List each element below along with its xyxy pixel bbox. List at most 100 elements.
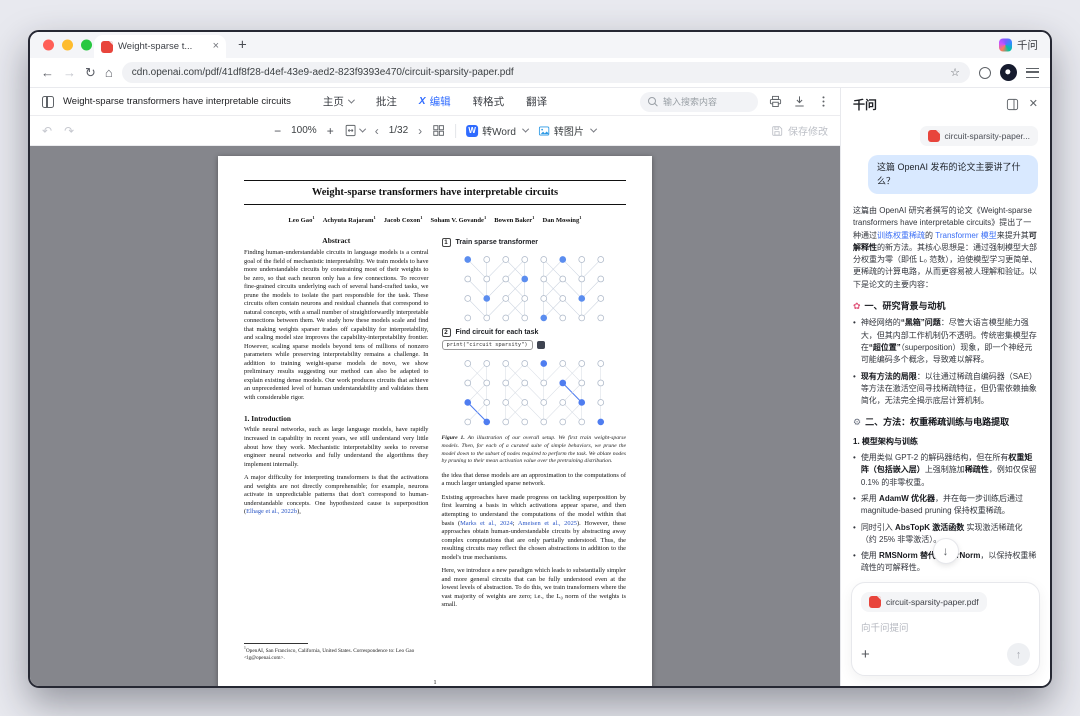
paper-footnote: 1OpenAI, San Francisco, California, Unit… xyxy=(244,643,429,666)
search-input[interactable]: 输入搜索内容 xyxy=(640,92,758,112)
viewer-tab-convert[interactable]: 转格式 xyxy=(473,94,505,109)
redo-icon[interactable]: ↷ xyxy=(64,124,74,138)
chat-input-actions: + ↑ xyxy=(861,643,1030,666)
window-content: Weight-sparse transformers have interpre… xyxy=(30,88,1050,686)
zoom-out-button[interactable]: − xyxy=(274,124,281,138)
user-message-bubble: 这篇 OpenAI 发布的论文主要讲了什么？ xyxy=(868,155,1038,194)
back-icon[interactable]: ← xyxy=(41,66,54,79)
browser-tab[interactable]: Weight-sparse t... × xyxy=(94,35,226,58)
browser-brand[interactable]: 千问 xyxy=(999,38,1038,53)
body-paragraph: Here, we introduce a new paradigm which … xyxy=(442,567,627,610)
document-title: Weight-sparse transformers have interpre… xyxy=(63,96,291,107)
figure-step-2: 2 Find circuit for each task xyxy=(442,328,627,337)
assistant-bullet: •采用 AdamW 优化器，并在每一步训练后通过 magnitude-based… xyxy=(853,493,1038,518)
chat-input-card[interactable]: circuit-sparsity-paper.pdf 向千问提问 + ↑ xyxy=(851,582,1040,676)
introduction-paragraph: While neural networks, such as large lan… xyxy=(244,426,429,469)
pdf-file-icon xyxy=(869,596,881,608)
paper-authors: Leo Gao1Achyuta Rajaram1Jacob Coxon1Soha… xyxy=(244,215,626,224)
viewer-tab-annotate[interactable]: 批注 xyxy=(376,94,397,109)
convert-to-word-button[interactable]: W 转Word xyxy=(466,123,528,138)
undo-icon[interactable]: ↶ xyxy=(42,124,52,138)
assistant-response: 这篇由 OpenAI 研究者撰写的论文《Weight-sparse transf… xyxy=(853,205,1038,574)
chat-area[interactable]: circuit-sparsity-paper... 这篇 OpenAI 发布的论… xyxy=(841,120,1050,574)
window-close-button[interactable] xyxy=(43,40,54,51)
gear-icon: ⚙ xyxy=(853,416,861,428)
assistant-header: 千问 ✕ xyxy=(841,88,1050,120)
word-icon: W xyxy=(466,125,478,137)
viewer-tab-home[interactable]: 主页 xyxy=(323,94,354,109)
page-indicator[interactable]: 1/32 xyxy=(389,125,408,136)
forward-icon[interactable]: → xyxy=(63,66,76,79)
next-page-button[interactable]: › xyxy=(418,124,422,138)
title-rule-bottom xyxy=(244,204,626,205)
more-icon[interactable] xyxy=(817,95,830,108)
new-tab-button[interactable]: + xyxy=(238,37,247,54)
paper-left-column: Abstract Finding human-understandable ci… xyxy=(244,236,429,666)
save-icon xyxy=(771,125,783,137)
zoom-level[interactable]: 100% xyxy=(291,125,317,136)
pdf-viewer: Weight-sparse transformers have interpre… xyxy=(30,88,840,686)
title-rule-top xyxy=(244,180,626,181)
menu-icon[interactable] xyxy=(1026,68,1039,78)
search-icon xyxy=(648,97,658,107)
tab-title: Weight-sparse t... xyxy=(118,41,208,52)
reload-icon[interactable]: ↻ xyxy=(85,66,96,79)
close-icon[interactable]: ✕ xyxy=(1029,99,1038,110)
body-paragraph: the idea that dense models are an approx… xyxy=(442,472,627,489)
sidebar-toggle-button[interactable] xyxy=(42,96,54,108)
address-bar[interactable]: cdn.openai.com/pdf/41df8f28-d4ef-43e9-ae… xyxy=(122,62,970,83)
viewer-tools-center: − 100% + ‹ 1/32 › xyxy=(274,123,596,138)
home-icon[interactable]: ⌂ xyxy=(105,66,113,79)
viewer-tab-translate[interactable]: 翻译 xyxy=(526,94,547,109)
print-icon[interactable] xyxy=(769,95,782,108)
attachment-chip[interactable]: circuit-sparsity-paper.pdf xyxy=(861,592,987,612)
previous-page-button[interactable]: ‹ xyxy=(375,124,379,138)
window-minimize-button[interactable] xyxy=(62,40,73,51)
extensions-icon[interactable] xyxy=(979,67,991,79)
introduction-heading: 1. Introduction xyxy=(244,414,429,423)
paper-title: Weight-sparse transformers have interpre… xyxy=(244,187,626,198)
abstract-text: Finding human-understandable circuits in… xyxy=(244,249,429,402)
author-name: Leo Gao1 xyxy=(288,215,314,224)
save-changes-button[interactable]: 保存修改 xyxy=(771,123,828,138)
figure-prompt-row: print("circuit sparsity") xyxy=(442,340,627,350)
url-text[interactable]: cdn.openai.com/pdf/41df8f28-d4ef-43e9-ae… xyxy=(132,67,942,78)
thumbnail-grid-icon[interactable] xyxy=(432,124,445,137)
convert-to-image-label: 转图片 xyxy=(554,123,584,138)
figure-caption: Figure 1. An illustration of our overall… xyxy=(442,435,627,466)
send-button[interactable]: ↑ xyxy=(1007,643,1030,666)
open-sidebar-icon[interactable] xyxy=(1006,98,1019,111)
profile-avatar[interactable] xyxy=(1000,64,1017,81)
abstract-heading: Abstract xyxy=(244,236,429,245)
scroll-to-bottom-button[interactable]: ↓ xyxy=(933,538,959,564)
prompt-chip-badge xyxy=(537,341,545,349)
flower-icon: ✿ xyxy=(853,300,861,312)
attachment-name: circuit-sparsity-paper.pdf xyxy=(886,597,979,607)
add-attachment-button[interactable]: + xyxy=(861,647,870,662)
bookmark-star-icon[interactable]: ☆ xyxy=(950,66,960,79)
window-zoom-button[interactable] xyxy=(81,40,92,51)
browser-navbar: ← → ↻ ⌂ cdn.openai.com/pdf/41df8f28-d4ef… xyxy=(30,58,1050,88)
tab-close-icon[interactable]: × xyxy=(213,41,219,52)
chevron-down-icon xyxy=(590,126,597,133)
figure-step-1: 1 Train sparse transformer xyxy=(442,238,627,247)
viewer-toolbar-right: 输入搜索内容 xyxy=(640,92,830,112)
download-icon[interactable] xyxy=(793,95,806,108)
fit-page-icon xyxy=(344,124,357,137)
convert-to-image-button[interactable]: 转图片 xyxy=(538,123,596,138)
pdf-canvas[interactable]: Weight-sparse transformers have interpre… xyxy=(30,146,840,686)
arrow-down-icon: ↓ xyxy=(943,544,949,558)
quoted-document-chip[interactable]: circuit-sparsity-paper... xyxy=(920,126,1039,146)
divider xyxy=(455,124,456,138)
chevron-down-icon xyxy=(348,97,355,104)
search-placeholder: 输入搜索内容 xyxy=(663,95,717,108)
qianwen-brand-label: 千问 xyxy=(1017,38,1038,53)
chat-input-placeholder[interactable]: 向千问提问 xyxy=(861,620,1030,634)
step-2-label: Find circuit for each task xyxy=(456,329,539,336)
arrow-up-icon: ↑ xyxy=(1016,649,1022,661)
fit-page-button[interactable] xyxy=(344,124,365,137)
zoom-in-button[interactable]: + xyxy=(327,124,334,138)
pdf-page: Weight-sparse transformers have interpre… xyxy=(218,156,652,686)
pdf-file-icon xyxy=(101,41,113,53)
viewer-tab-edit[interactable]: X 编辑 xyxy=(419,94,451,109)
